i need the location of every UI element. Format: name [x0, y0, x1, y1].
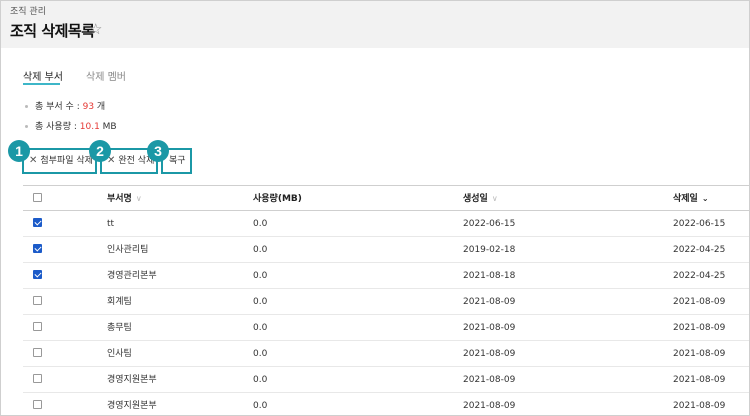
row-checkbox[interactable] [33, 400, 42, 409]
usage-mb: 0.0 [253, 401, 268, 411]
column-created-label: 생성일 [463, 194, 488, 204]
tab-deleted-members[interactable]: 삭제 멤버 [86, 68, 126, 83]
row-checkbox[interactable] [33, 296, 42, 305]
table-header-row: 부서명 ∨ 사용량(MB) 생성일 ∨ 삭제일 ⌄ [23, 185, 749, 211]
department-name: 경영지원본부 [107, 375, 157, 385]
created-date: 2022-06-15 [463, 219, 516, 229]
department-name: 총무팀 [107, 323, 132, 333]
sort-icon: ∨ [491, 194, 498, 203]
created-date: 2021-08-09 [463, 375, 516, 385]
column-header-created[interactable]: 생성일 ∨ [463, 186, 498, 212]
department-name: tt [107, 219, 115, 229]
tab-deleted-departments[interactable]: 삭제 부서 [23, 68, 63, 83]
row-checkbox[interactable] [33, 270, 42, 279]
table-row[interactable]: tt 0.0 2022-06-15 2022-06-15 [23, 211, 749, 237]
step-badge-3: 3 [147, 140, 169, 162]
usage-mb: 0.0 [253, 323, 268, 333]
row-checkbox[interactable] [33, 218, 42, 227]
step-badge-2: 2 [89, 140, 111, 162]
department-name: 인사관리팀 [107, 245, 149, 255]
page-title: 조직 삭제목록 [10, 22, 95, 40]
usage-mb: 0.0 [253, 297, 268, 307]
row-check-cell [33, 315, 42, 341]
row-check-cell [33, 263, 42, 289]
created-date: 2019-02-18 [463, 245, 516, 255]
table-row[interactable]: 경영지원본부 0.0 2021-08-09 2021-08-09 [23, 367, 749, 393]
usage-mb: 0.0 [253, 245, 268, 255]
row-check-cell [33, 367, 42, 393]
deleted-date: 2022-04-25 [673, 271, 726, 281]
table-row[interactable]: 회계팀 0.0 2021-08-09 2021-08-09 [23, 289, 749, 315]
created-date: 2021-08-18 [463, 271, 516, 281]
department-name: 경영관리본부 [107, 271, 157, 281]
usage-mb: 0.0 [253, 219, 268, 229]
department-name: 회계팀 [107, 297, 132, 307]
row-check-cell [33, 393, 42, 416]
table-row[interactable]: 인사관리팀 0.0 2019-02-18 2022-04-25 [23, 237, 749, 263]
dept-count-value: 93 [82, 102, 95, 112]
dept-count-unit: 개 [94, 102, 106, 112]
created-date: 2021-08-09 [463, 323, 516, 333]
row-checkbox[interactable] [33, 244, 42, 253]
row-check-cell [33, 211, 42, 237]
select-all-checkbox[interactable] [33, 193, 42, 202]
deleted-date: 2021-08-09 [673, 297, 726, 307]
delete-attachments-label: 첨부파일 삭제 [40, 156, 93, 166]
sort-desc-icon: ⌄ [701, 194, 709, 203]
deleted-date: 2022-06-15 [673, 219, 726, 229]
deleted-date: 2021-08-09 [673, 401, 726, 411]
created-date: 2021-08-09 [463, 297, 516, 307]
column-header-size: 사용량(MB) [253, 194, 302, 204]
table-row[interactable]: 경영지원본부 0.0 2021-08-09 2021-08-09 [23, 393, 749, 416]
dept-count-label: 총 부서 수 : [35, 102, 83, 112]
usage-mb: 0.0 [253, 375, 268, 385]
usage-mb: 0.0 [253, 271, 268, 281]
usage-value: 10.1 [79, 122, 100, 132]
close-icon: ✕ [29, 155, 38, 166]
deleted-date: 2021-08-09 [673, 375, 726, 385]
row-check-cell [33, 341, 42, 367]
table-row[interactable]: 인사팀 0.0 2021-08-09 2021-08-09 [23, 341, 749, 367]
restore-label: 복구 [169, 156, 186, 166]
row-checkbox[interactable] [33, 322, 42, 331]
bullet-icon [25, 105, 28, 108]
deleted-date: 2021-08-09 [673, 323, 726, 333]
step-badge-1: 1 [8, 140, 30, 162]
table-row[interactable]: 경영관리본부 0.0 2021-08-18 2022-04-25 [23, 263, 749, 289]
bullet-icon [25, 125, 28, 128]
column-header-deleted[interactable]: 삭제일 ⌄ [673, 186, 709, 212]
active-tab-indicator [23, 83, 60, 85]
column-deleted-label: 삭제일 [673, 194, 698, 204]
breadcrumb[interactable]: 조직 관리 [10, 4, 46, 17]
row-checkbox[interactable] [33, 348, 42, 357]
created-date: 2021-08-09 [463, 349, 516, 359]
column-header-name[interactable]: 부서명 ∨ [107, 186, 142, 212]
usage-label: 총 사용량 : [35, 122, 80, 132]
department-name: 인사팀 [107, 349, 132, 359]
delete-attachments-button[interactable]: ✕ 첨부파일 삭제 [22, 148, 97, 174]
column-name-label: 부서명 [107, 194, 132, 204]
summary-dept-count: 총 부서 수 : 93 개 [25, 99, 105, 112]
row-check-cell [33, 237, 42, 263]
deleted-date: 2022-04-25 [673, 245, 726, 255]
favorite-star-icon[interactable]: ☆ [89, 20, 102, 38]
page-header: 조직 관리 조직 삭제목록 ☆ [1, 1, 749, 48]
select-all-cell [33, 186, 42, 212]
created-date: 2021-08-09 [463, 401, 516, 411]
department-name: 경영지원본부 [107, 401, 157, 411]
row-checkbox[interactable] [33, 374, 42, 383]
summary-usage: 총 사용량 : 10.1 MB [25, 119, 117, 132]
sort-icon: ∨ [135, 194, 142, 203]
table-row[interactable]: 총무팀 0.0 2021-08-09 2021-08-09 [23, 315, 749, 341]
usage-mb: 0.0 [253, 349, 268, 359]
usage-unit: MB [99, 122, 117, 132]
row-check-cell [33, 289, 42, 315]
deleted-date: 2021-08-09 [673, 349, 726, 359]
